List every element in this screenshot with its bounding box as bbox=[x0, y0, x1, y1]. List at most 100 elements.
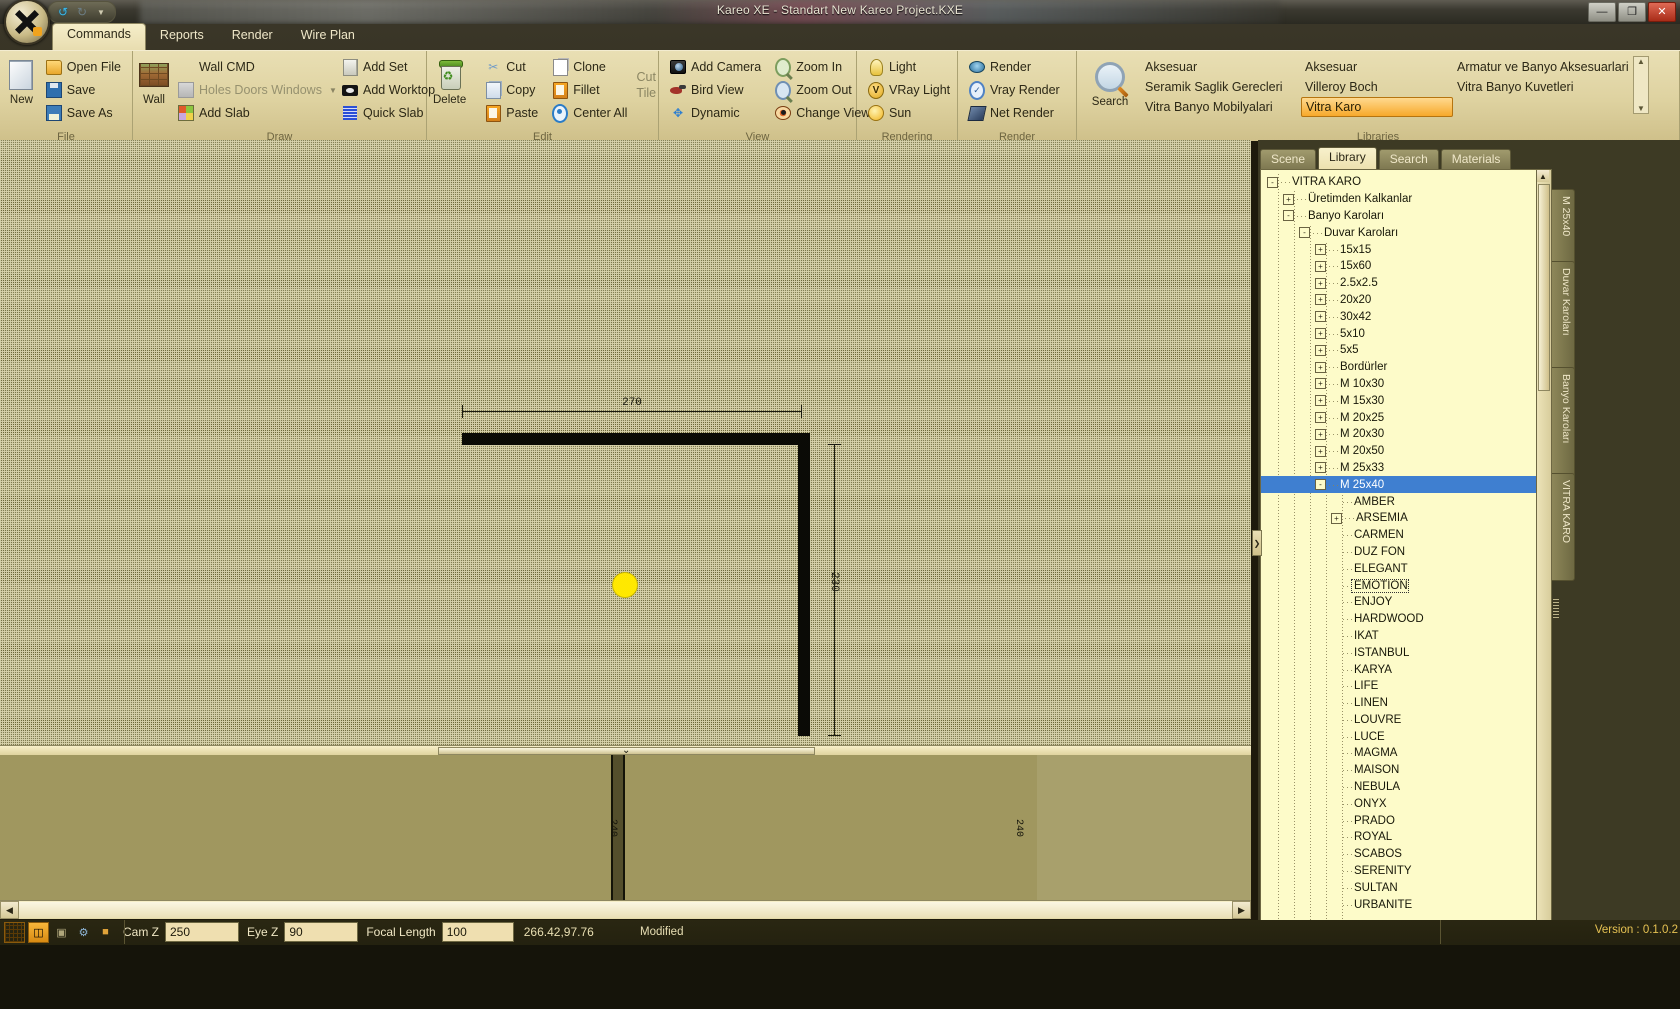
tree-scroll-up-icon[interactable]: ▲ bbox=[1537, 170, 1549, 182]
expand-icon[interactable]: + bbox=[1315, 412, 1326, 424]
add-slab-button[interactable]: Add Slab bbox=[173, 102, 333, 124]
settings-gear-icon[interactable]: ⚙ bbox=[74, 923, 93, 942]
camera-marker[interactable] bbox=[613, 573, 637, 597]
libraries-scroll-up-icon[interactable]: ▲ bbox=[1637, 57, 1645, 66]
add-worktop-button[interactable]: Add Worktop bbox=[337, 79, 440, 101]
maximize-button[interactable]: ❐ bbox=[1618, 2, 1646, 22]
expand-icon[interactable]: + bbox=[1315, 328, 1326, 340]
libraries-scrollbar[interactable]: ▲ ▼ bbox=[1633, 56, 1649, 114]
tree-item[interactable]: + ··· Bordürler bbox=[1261, 359, 1537, 376]
net-render-button[interactable]: Net Render bbox=[964, 102, 1065, 124]
ortho-snap-icon[interactable]: ◫ bbox=[28, 921, 49, 943]
tree-item[interactable]: + ··· 15x60 bbox=[1261, 258, 1537, 275]
tree-item[interactable]: ··· SULTAN bbox=[1261, 879, 1537, 896]
holes-doors-windows-dropdown[interactable]: Holes Doors Windows ▼ bbox=[173, 79, 337, 101]
close-button[interactable]: ✕ bbox=[1648, 2, 1676, 22]
tree-item[interactable]: ··· NEBULA bbox=[1261, 779, 1537, 796]
tab-materials[interactable]: Materials bbox=[1440, 149, 1512, 170]
tree-item[interactable]: + ··· M 20x30 bbox=[1261, 426, 1537, 443]
paint-icon[interactable]: ■ bbox=[96, 923, 115, 942]
light-button[interactable]: Light bbox=[863, 56, 955, 78]
tab-wire-plan[interactable]: Wire Plan bbox=[287, 25, 369, 50]
vertical-tab-vitra-karo[interactable]: VITRA KARO bbox=[1552, 473, 1575, 581]
tree-item[interactable]: ··· IKAT bbox=[1261, 628, 1537, 645]
expand-icon[interactable]: + bbox=[1315, 445, 1326, 457]
tree-item[interactable]: ··· ENJOY bbox=[1261, 594, 1537, 611]
tree-item[interactable]: ··· SERENITY bbox=[1261, 863, 1537, 880]
library-item-villeroy[interactable]: Villeroy Boch bbox=[1301, 77, 1453, 97]
library-item-vitra-kuvetleri[interactable]: Vitra Banyo Kuvetleri bbox=[1453, 77, 1623, 97]
scroll-left-arrow-icon[interactable]: ◀ bbox=[0, 901, 19, 919]
tree-item[interactable]: ··· PRADO bbox=[1261, 812, 1537, 829]
library-item-aksesuar-2[interactable]: Aksesuar bbox=[1301, 57, 1453, 77]
scroll-right-arrow-icon[interactable]: ▶ bbox=[1232, 901, 1251, 919]
vertical-tab-banyo-karolari[interactable]: Banyo Karoları bbox=[1552, 367, 1575, 483]
tree-item[interactable]: ··· LIFE bbox=[1261, 678, 1537, 695]
expand-icon[interactable]: + bbox=[1315, 260, 1326, 272]
tree-item[interactable]: ··· LINEN bbox=[1261, 695, 1537, 712]
tab-library[interactable]: Library bbox=[1318, 147, 1377, 170]
tree-item[interactable]: - ··· Banyo Karoları bbox=[1261, 208, 1537, 225]
vertical-tab-m25x40[interactable]: M 25x40 bbox=[1552, 189, 1575, 271]
vray-render-button[interactable]: ✓ Vray Render bbox=[964, 79, 1065, 101]
collapse-icon[interactable]: - bbox=[1267, 176, 1278, 188]
tree-item[interactable]: ··· EMOTION bbox=[1261, 577, 1537, 594]
expand-icon[interactable]: + bbox=[1315, 277, 1326, 289]
tree-item[interactable]: ··· AMBER bbox=[1261, 493, 1537, 510]
add-set-button[interactable]: Add Set bbox=[337, 56, 440, 78]
tree-item[interactable]: + ··· 20x20 bbox=[1261, 292, 1537, 309]
vertical-tab-duvar-karolari[interactable]: Duvar Karoları bbox=[1552, 261, 1575, 377]
tree-item[interactable]: ··· ROYAL bbox=[1261, 829, 1537, 846]
application-menu-orb[interactable] bbox=[4, 0, 50, 45]
tree-item[interactable]: ··· LUCE bbox=[1261, 728, 1537, 745]
tree-item[interactable]: ··· HARDWOOD bbox=[1261, 611, 1537, 628]
tree-item[interactable]: + ··· 15x15 bbox=[1261, 241, 1537, 258]
save-button[interactable]: Save bbox=[41, 79, 126, 101]
plan-canvas-2d[interactable]: 270 230 bbox=[0, 140, 1251, 745]
tree-item[interactable]: - ··· M 25x40 bbox=[1261, 476, 1537, 494]
expand-icon[interactable]: + bbox=[1283, 193, 1294, 205]
tab-reports[interactable]: Reports bbox=[146, 25, 218, 50]
bird-view-button[interactable]: Bird View bbox=[665, 79, 766, 101]
center-all-button[interactable]: Center All bbox=[547, 102, 632, 124]
tree-item[interactable]: ··· ELEGANT bbox=[1261, 560, 1537, 577]
viewport-3d[interactable]: 240 240 bbox=[0, 755, 1251, 900]
expand-icon[interactable]: + bbox=[1315, 462, 1326, 474]
save-as-button[interactable]: Save As bbox=[41, 102, 126, 124]
tree-item[interactable]: + ··· M 15x30 bbox=[1261, 392, 1537, 409]
tree-item[interactable]: ··· CARMEN bbox=[1261, 527, 1537, 544]
library-tree[interactable]: - ··· VITRA KARO + ··· Üretimden Kalkanlar - ··… bbox=[1260, 169, 1538, 966]
tree-item[interactable]: ··· KARYA bbox=[1261, 661, 1537, 678]
expand-icon[interactable]: + bbox=[1315, 428, 1326, 440]
wall-horizontal[interactable] bbox=[462, 433, 810, 445]
clone-button[interactable]: Clone bbox=[547, 56, 632, 78]
tree-item[interactable]: + ··· ARSEMIA bbox=[1261, 510, 1537, 527]
expand-icon[interactable]: + bbox=[1315, 294, 1326, 306]
panel-grip[interactable] bbox=[1553, 599, 1559, 619]
copy-button[interactable]: Copy bbox=[480, 79, 543, 101]
expand-icon[interactable]: + bbox=[1315, 244, 1326, 256]
tab-scene[interactable]: Scene bbox=[1260, 149, 1317, 170]
library-item-vitra-mobilyalari[interactable]: Vitra Banyo Mobilyalari bbox=[1141, 97, 1301, 117]
add-camera-button[interactable]: Add Camera bbox=[665, 56, 766, 78]
tree-item[interactable]: ··· MAISON bbox=[1261, 762, 1537, 779]
wall-cmd-button[interactable]: Wall CMD bbox=[173, 56, 333, 78]
tab-commands[interactable]: Commands bbox=[52, 23, 146, 50]
redo-icon[interactable]: ↻ bbox=[74, 4, 90, 20]
search-button[interactable]: Search bbox=[1083, 54, 1137, 108]
new-button[interactable]: New bbox=[6, 54, 37, 106]
tree-item[interactable]: ··· DUZ FON bbox=[1261, 544, 1537, 561]
library-item-vitra-karo[interactable]: Vitra Karo bbox=[1301, 97, 1453, 117]
open-file-button[interactable]: Open File bbox=[41, 56, 126, 78]
paste-button[interactable]: Paste bbox=[480, 102, 543, 124]
cut-tile-line1[interactable]: Cut bbox=[636, 70, 656, 85]
tree-item[interactable]: ··· ISTANBUL bbox=[1261, 644, 1537, 661]
scrollbar-thumb[interactable] bbox=[19, 902, 1232, 918]
tree-item[interactable]: + ··· M 10x30 bbox=[1261, 376, 1537, 393]
canvas-horizontal-scrollbar[interactable]: ◀ ▶ bbox=[0, 900, 1251, 919]
cam-z-input[interactable]: 250 bbox=[165, 922, 239, 942]
expand-icon[interactable]: + bbox=[1315, 378, 1326, 390]
dynamic-button[interactable]: ✥ Dynamic bbox=[665, 102, 766, 124]
eye-z-input[interactable]: 90 bbox=[284, 922, 359, 942]
delete-button[interactable]: ♻ Delete bbox=[433, 54, 466, 106]
